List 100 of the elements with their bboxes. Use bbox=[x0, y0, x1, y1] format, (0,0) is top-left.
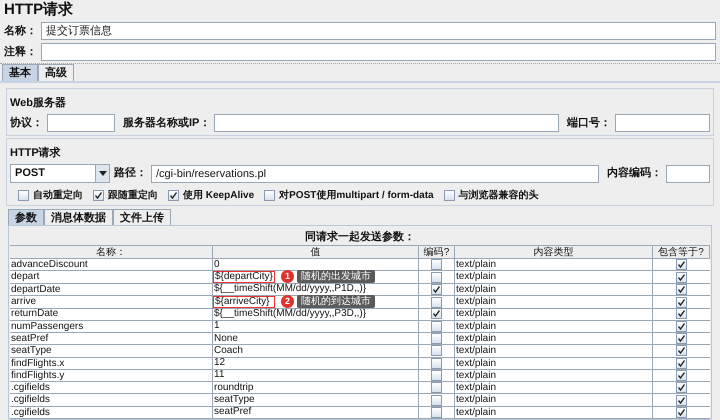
table-cell: seatType bbox=[10, 345, 213, 358]
name-label: 名称： bbox=[4, 24, 37, 39]
checkbox[interactable] bbox=[676, 284, 687, 295]
checkbox[interactable] bbox=[431, 382, 442, 394]
column-header[interactable]: 值 bbox=[213, 246, 419, 260]
checkbox[interactable] bbox=[18, 190, 29, 202]
table-cell: ${arriveCity} bbox=[213, 296, 275, 308]
table-cell: text/plain bbox=[455, 284, 653, 296]
checkbox[interactable] bbox=[431, 320, 442, 332]
checkbox[interactable] bbox=[431, 308, 442, 320]
table-cell: 11 bbox=[213, 370, 226, 380]
table-cell: arrive bbox=[10, 296, 213, 310]
checkbox[interactable] bbox=[264, 190, 276, 202]
group-title: Web服务器 bbox=[10, 97, 66, 110]
checkbox[interactable] bbox=[431, 345, 442, 356]
table-cell: text/plain bbox=[455, 308, 653, 321]
table-cell: text/plain bbox=[455, 332, 653, 346]
table-cell: text/plain bbox=[455, 370, 653, 382]
encoding-field[interactable] bbox=[666, 164, 710, 183]
table-cell: seatPref bbox=[10, 332, 213, 346]
checkbox[interactable] bbox=[676, 308, 687, 320]
server-field[interactable] bbox=[214, 114, 559, 132]
callout: 随机的到达城市 bbox=[297, 295, 375, 308]
check-icon bbox=[433, 286, 440, 293]
panel-title: HTTP请求 bbox=[3, 0, 74, 20]
table-cell: text/plain bbox=[455, 394, 653, 407]
table-cell: text/plain bbox=[455, 296, 653, 310]
checkbox[interactable] bbox=[431, 358, 442, 369]
checkbox[interactable] bbox=[168, 190, 179, 202]
checkbox[interactable] bbox=[676, 370, 687, 381]
table-cell: seatType bbox=[213, 395, 256, 406]
checkbox[interactable] bbox=[431, 259, 442, 270]
table-cell: ${__timeShift(MM/dd/yyyy,,P3D,,)} bbox=[213, 308, 368, 319]
option-label: 自动重定向 bbox=[33, 188, 83, 204]
checkbox[interactable] bbox=[93, 190, 104, 202]
encoding-label: 内容编码： bbox=[607, 166, 662, 182]
checkbox[interactable] bbox=[444, 190, 455, 202]
path-field[interactable]: /cgi-bin/reservations.pl bbox=[151, 164, 599, 183]
checkbox[interactable] bbox=[676, 394, 687, 406]
table-cell: .cgifields bbox=[10, 394, 213, 407]
checkbox[interactable] bbox=[676, 382, 687, 394]
port-field[interactable] bbox=[615, 114, 710, 132]
column-header[interactable]: 内容类型 bbox=[455, 246, 653, 260]
table-cell: depart bbox=[10, 271, 213, 284]
path-label: 路径： bbox=[114, 166, 147, 182]
check-icon bbox=[433, 310, 440, 318]
checkbox[interactable] bbox=[431, 272, 442, 283]
checkbox[interactable] bbox=[431, 284, 442, 295]
table-cell: None bbox=[213, 334, 239, 344]
checkbox[interactable] bbox=[676, 320, 687, 332]
option-label: 使用 KeepAlive bbox=[183, 188, 254, 204]
comment-field[interactable] bbox=[41, 43, 716, 61]
table-cell: 0 bbox=[213, 260, 221, 270]
checkbox[interactable] bbox=[676, 345, 687, 356]
checkbox[interactable] bbox=[676, 259, 687, 270]
checkbox[interactable] bbox=[676, 333, 687, 344]
option-label: 与浏览器兼容的头 bbox=[458, 188, 539, 204]
checkbox[interactable] bbox=[431, 406, 442, 418]
protocol-label: 协议： bbox=[10, 116, 43, 131]
checkbox[interactable] bbox=[431, 394, 442, 406]
name-field[interactable]: 提交订票信息 bbox=[41, 22, 716, 40]
checkbox[interactable] bbox=[676, 272, 687, 283]
checkbox[interactable] bbox=[431, 333, 442, 344]
table-cell: advanceDiscount bbox=[10, 259, 213, 272]
checkbox[interactable] bbox=[431, 370, 442, 381]
table-cell: text/plain bbox=[455, 345, 653, 358]
check-icon bbox=[95, 192, 102, 200]
table-cell: Coach bbox=[213, 346, 244, 356]
check-icon bbox=[170, 192, 177, 200]
table-cell: text/plain bbox=[455, 320, 653, 333]
table-cell: text/plain bbox=[455, 406, 653, 419]
method-dropdown[interactable]: POST bbox=[10, 164, 110, 184]
tab[interactable]: 文件上传 bbox=[113, 209, 171, 226]
table-caption: 同请求一起发送参数： bbox=[304, 230, 416, 246]
table-cell: text/plain bbox=[455, 358, 653, 370]
table-cell: text/plain bbox=[455, 271, 653, 284]
checkbox[interactable] bbox=[676, 406, 687, 418]
number-badge: 2 bbox=[281, 295, 294, 308]
method-value: POST bbox=[14, 166, 46, 182]
checkbox[interactable] bbox=[431, 296, 442, 308]
table-cell: ${__timeShift(MM/dd/yyyy,,P1D,,)} bbox=[213, 284, 368, 294]
tab[interactable]: 高级 bbox=[38, 64, 74, 82]
table-cell: text/plain bbox=[455, 259, 653, 272]
number-badge: 1 bbox=[281, 270, 294, 284]
option-label: 跟随重定向 bbox=[108, 188, 158, 204]
table-cell: .cgifields bbox=[10, 406, 213, 419]
tab[interactable]: 参数 bbox=[8, 209, 44, 226]
protocol-field[interactable] bbox=[47, 114, 115, 132]
tab[interactable]: 基本 bbox=[2, 64, 38, 82]
port-label: 端口号： bbox=[567, 116, 611, 131]
table-cell: findFlights.x bbox=[10, 358, 213, 370]
table-cell: findFlights.y bbox=[10, 370, 213, 382]
column-header[interactable]: 名称： bbox=[10, 246, 213, 260]
table-cell: departDate bbox=[10, 284, 213, 296]
comment-label: 注释： bbox=[4, 44, 37, 60]
tab[interactable]: 消息体数据 bbox=[44, 209, 113, 226]
checkbox[interactable] bbox=[676, 296, 687, 308]
table-cell: .cgifields bbox=[10, 382, 213, 394]
table-cell: numPassengers bbox=[10, 320, 213, 333]
checkbox[interactable] bbox=[676, 358, 687, 369]
